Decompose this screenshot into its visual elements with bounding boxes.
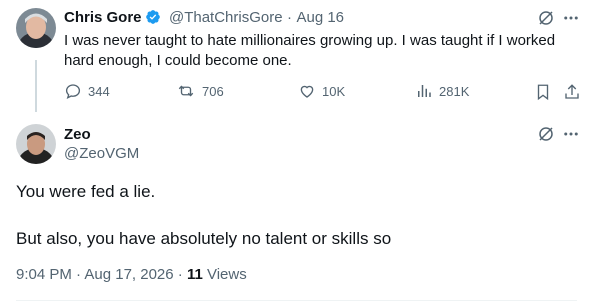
tweet-text: I was never taught to hate millionaires …: [64, 31, 579, 71]
zeo-avatar[interactable]: [16, 124, 56, 164]
retweet-count: 706: [202, 83, 224, 99]
views-count: 281K: [439, 83, 470, 99]
retweet-button[interactable]: 706: [176, 82, 224, 100]
tweet-timestamp[interactable]: 9:04 PM · Aug 17, 2026 ·: [16, 266, 187, 283]
more-icon[interactable]: [561, 124, 581, 144]
grok-icon[interactable]: [536, 124, 556, 144]
grok-icon[interactable]: [536, 8, 556, 28]
tweet-text-line-2: hard enough, I could become one.: [64, 52, 292, 69]
chris-gore-avatar[interactable]: [16, 8, 56, 48]
header-separator: ·: [287, 9, 293, 26]
reply-author-handle[interactable]: @ZeoVGM: [64, 145, 139, 162]
thread-connector-line: [35, 60, 37, 112]
tweet-date[interactable]: Aug 16: [296, 9, 344, 26]
views-icon: [418, 85, 431, 97]
tweet-text-line-1: I was never taught to hate millionaires …: [64, 32, 556, 49]
like-button[interactable]: 10K: [298, 82, 345, 100]
tweet-header: Chris Gore @ThatChrisGore · Aug 16: [64, 9, 344, 30]
like-count: 10K: [322, 83, 346, 99]
reply-icon: [65, 84, 81, 100]
reply-text-line-1: You were fed a lie.: [16, 182, 156, 201]
author-handle[interactable]: @ThatChrisGore: [169, 9, 283, 26]
reply-text-line-2: But also, you have absolutely no talent …: [16, 229, 392, 248]
retweet-icon: [178, 85, 194, 97]
like-icon: [300, 85, 314, 98]
author-name[interactable]: Chris Gore: [64, 9, 142, 26]
author-name[interactable]: Zeo: [64, 126, 91, 143]
reply-count: 344: [88, 83, 110, 99]
share-icon[interactable]: [562, 82, 582, 102]
views-button[interactable]: 281K: [415, 82, 469, 100]
views-number: 11: [186, 266, 203, 283]
bookmark-icon[interactable]: [533, 82, 553, 102]
reply-button[interactable]: 344: [64, 82, 110, 100]
more-icon[interactable]: [561, 8, 581, 28]
tweet-timestamp-row: 9:04 PM · Aug 17, 2026 · 11 Views: [16, 266, 247, 283]
bottom-divider: [16, 300, 577, 301]
reply-author-name[interactable]: Zeo: [64, 126, 91, 144]
views-label: Views: [202, 266, 247, 283]
verified-badge-icon: [145, 9, 161, 30]
